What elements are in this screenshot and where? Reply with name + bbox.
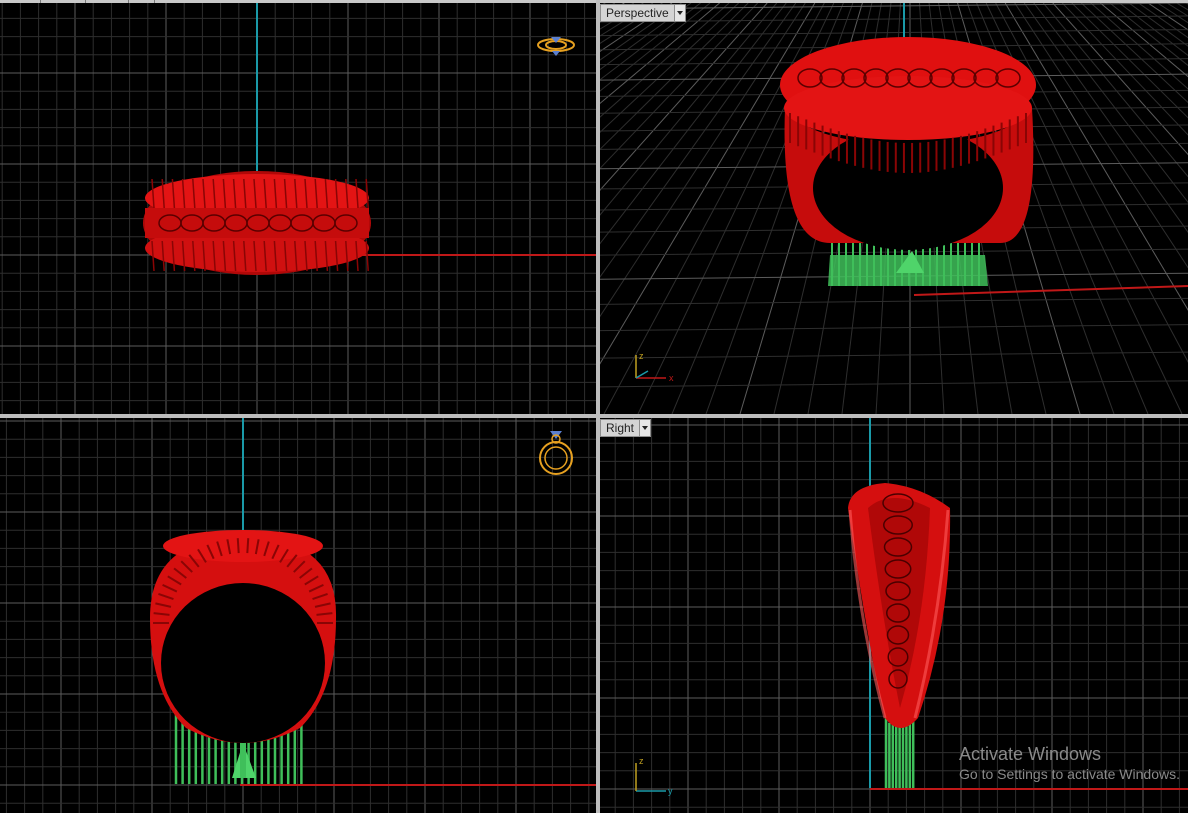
axis-z-label-right: z [639,756,644,766]
viewport-label-perspective[interactable]: Perspective [600,4,686,22]
viewport-label-right-text: Right [606,421,635,435]
viewport-perspective[interactable]: x z [600,3,1188,414]
viewport-front-canvas[interactable] [0,3,596,414]
watermark-title: Activate Windows [959,744,1102,764]
ring-model-perspective[interactable] [780,37,1036,250]
axis-y-label: y [668,786,673,796]
axis-z-label: z [639,351,644,361]
ring-model-front[interactable] [143,171,371,275]
chevron-down-icon[interactable] [673,5,685,21]
view-gizmo-back-icon[interactable] [539,431,573,475]
viewport-vertical-splitter[interactable] [596,0,600,813]
viewport-label-perspective-text: Perspective [606,6,669,20]
view-gizmo-front-icon[interactable] [537,37,575,56]
axis-triad-right: y z [635,756,673,796]
viewport-perspective-canvas[interactable]: x z [600,3,1188,414]
ring-model-right[interactable] [848,483,951,728]
ring-model-back[interactable] [150,530,337,743]
viewport-horizontal-splitter[interactable] [0,414,1188,418]
axis-triad-perspective: x z [635,351,674,383]
activate-windows-watermark: Activate Windows Go to Settings to activ… [959,743,1180,783]
chevron-down-icon[interactable] [639,420,651,436]
viewport-back-canvas[interactable] [0,418,596,813]
viewport-back[interactable] [0,418,596,813]
viewport-front[interactable] [0,3,596,414]
axis-x-label: x [669,373,674,383]
watermark-subtitle: Go to Settings to activate Windows. [959,766,1180,782]
viewport-label-right[interactable]: Right [600,419,652,437]
